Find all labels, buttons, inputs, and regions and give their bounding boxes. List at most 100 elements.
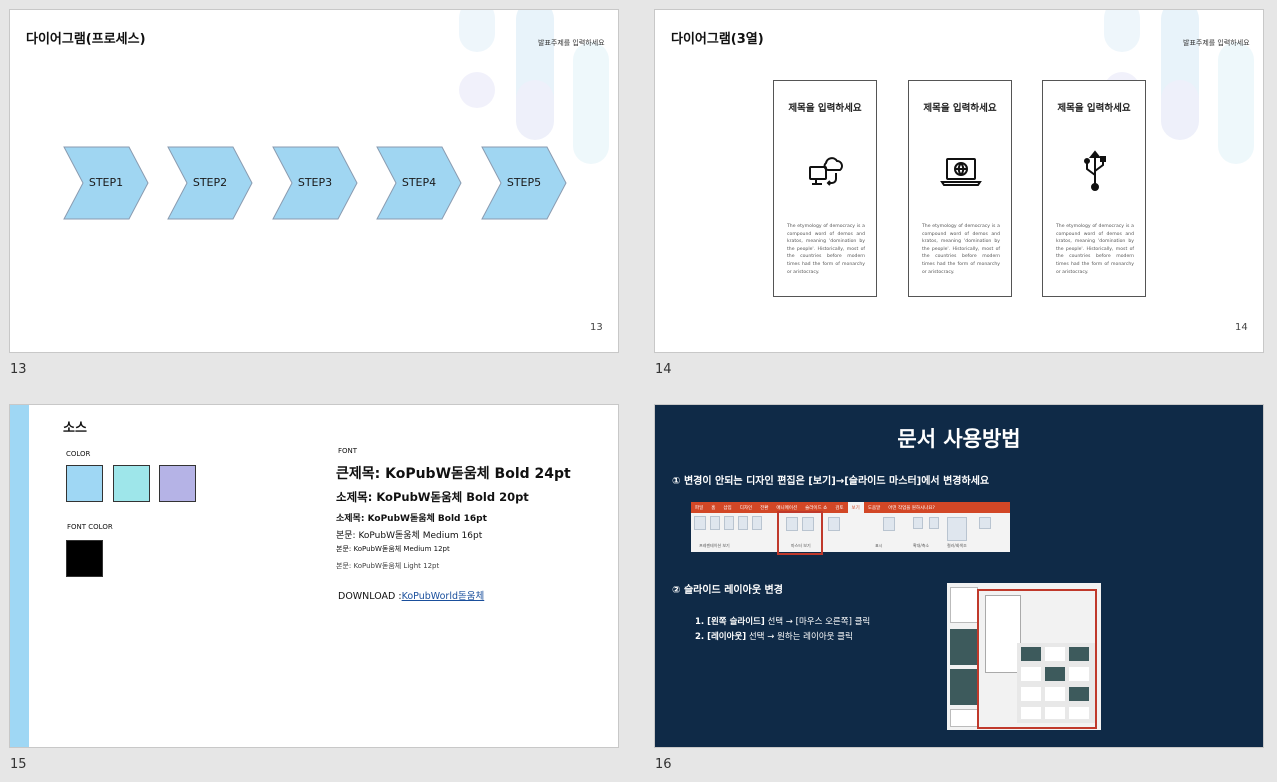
ribbon-tab: 보기: [847, 502, 864, 513]
step-label: STEP1: [88, 176, 124, 189]
process-step-1: STEP1: [63, 146, 149, 220]
slide-number: 15: [10, 757, 27, 772]
ribbon-tab: 디자인: [739, 506, 753, 511]
color-swatch-1: [66, 465, 103, 502]
font-line-5: 본문: KoPubW돋움체 Medium 12pt: [336, 545, 450, 553]
ribbon-group-label: 확대/축소: [913, 543, 930, 548]
decor-pill: [516, 80, 554, 140]
ribbon-screenshot: 파일 홈 삽입 디자인 전환 애니메이션 슬라이드 쇼 검토 보기 도움말 어떤…: [691, 502, 1010, 555]
ribbon-button: [828, 517, 840, 531]
decor-pill: [573, 42, 609, 164]
ribbon-button: [947, 517, 967, 541]
instruction-bold: 2. [레이아웃]: [695, 632, 747, 642]
instruction-line-1: 1. [왼쪽 슬라이드] 선택 → [마우스 오른쪽] 클릭: [695, 615, 870, 627]
decor-pill: [1104, 10, 1140, 52]
slide-subtitle: 발표주제를 입력하세요: [538, 39, 605, 47]
instruction-text: 선택 → 원하는 레이아웃 클릭: [746, 632, 853, 642]
card-body: The etymology of democracy is a compound…: [787, 224, 865, 275]
process-step-3: STEP3: [272, 146, 358, 220]
decor-pill: [1218, 42, 1254, 164]
instruction-line-2: 2. [레이아웃] 선택 → 원하는 레이아웃 클릭: [695, 630, 853, 642]
decor-pill: [1161, 80, 1199, 140]
color-label: COLOR: [66, 450, 91, 458]
instruction-text: 선택 → [마우스 오른쪽] 클릭: [764, 617, 871, 627]
color-swatch-2: [113, 465, 150, 502]
ribbon-group-label: 표시: [875, 543, 883, 548]
page-number: 14: [1235, 322, 1248, 333]
ribbon-button: [710, 516, 720, 530]
thumb: [950, 709, 978, 727]
ribbon-tab: 어떤 작업을 원하시나요?: [888, 506, 935, 511]
slide-number: 13: [10, 362, 27, 377]
step-label: STEP5: [506, 176, 542, 189]
column-card-2: 제목을 입력하세요 The etymology of democracy is …: [908, 80, 1012, 297]
slide-title: 문서 사용방법: [897, 427, 1021, 451]
slide-number: 14: [655, 362, 672, 377]
ribbon-button: [724, 516, 734, 530]
ribbon-tab: 홈: [711, 506, 716, 511]
ribbon-button: [929, 517, 939, 529]
page-number: 13: [590, 322, 603, 333]
ribbon-body: 프레젠테이션 보기 마스터 보기 표시 확대/축소 컬러/회색조: [691, 511, 1010, 555]
ribbon-button: [883, 517, 895, 531]
ribbon-button: [913, 517, 923, 529]
cloud-computer-icon: [806, 149, 846, 193]
usb-icon: [1075, 149, 1115, 193]
step-label: STEP2: [192, 176, 228, 189]
font-label: FONT: [338, 447, 358, 455]
process-step-4: STEP4: [376, 146, 462, 220]
thumb: [950, 587, 978, 623]
ribbon-group-label: 프레젠테이션 보기: [699, 543, 730, 548]
ribbon-tab: 전환: [760, 506, 769, 511]
slide-thumbnail-15[interactable]: 소스 COLOR FONT COLOR FONT 큰제목: KoPubW돋움체 …: [9, 404, 619, 748]
slide-title: 다이어그램(프로세스): [26, 32, 146, 47]
font-line-2: 소제목: KoPubW돋움체 Bold 20pt: [336, 490, 529, 504]
column-card-1: 제목을 입력하세요 The etymology of democracy is …: [773, 80, 877, 297]
ribbon-button: [979, 517, 991, 529]
thumb: [950, 669, 978, 705]
slide-thumbnail-13[interactable]: 다이어그램(프로세스) 발표주제를 입력하세요 STEP1 STEP2 STEP…: [9, 9, 619, 353]
thumb: [950, 629, 978, 665]
color-swatch-3: [159, 465, 196, 502]
font-color-swatch: [66, 540, 103, 577]
process-step-5: STEP5: [481, 146, 567, 220]
step-label: STEP3: [297, 176, 333, 189]
font-color-label: FONT COLOR: [67, 523, 113, 531]
left-accent-bar: [10, 405, 29, 747]
ribbon-group-label: 마스터 보기: [791, 543, 811, 548]
ribbon-button: [752, 516, 762, 530]
font-line-6: 본문: KoPubW돋움체 Light 12pt: [336, 562, 440, 570]
highlight-box: [977, 589, 1097, 729]
layout-screenshot: [947, 583, 1101, 730]
font-line-4: 본문: KoPubW돋움체 Medium 16pt: [336, 531, 483, 541]
ribbon-tab: 도움말: [867, 506, 881, 511]
font-line-1: 큰제목: KoPubW돋움체 Bold 24pt: [336, 466, 571, 482]
slide-number: 16: [655, 757, 672, 772]
card-body: The etymology of democracy is a compound…: [1056, 224, 1134, 275]
slide-title: 소스: [63, 421, 87, 436]
process-step-2: STEP2: [167, 146, 253, 220]
ribbon-button: [738, 516, 748, 530]
step-label: STEP4: [401, 176, 437, 189]
ribbon-tab: 파일: [695, 506, 704, 511]
slide-thumbnail-16[interactable]: 문서 사용방법 ① 변경이 안되는 디자인 편집은 [보기]→[슬라이드 마스터…: [654, 404, 1264, 748]
instruction-step-1: ① 변경이 안되는 디자인 편집은 [보기]→[슬라이드 마스터]에서 변경하세…: [672, 476, 990, 487]
ribbon-tab: 삽입: [723, 506, 732, 511]
slide-subtitle: 발표주제를 입력하세요: [1183, 39, 1250, 47]
download-link[interactable]: KoPubWorld돋움체: [402, 591, 485, 602]
font-line-3: 소제목: KoPubW돋움체 Bold 16pt: [336, 514, 487, 524]
ribbon-tabs: 파일 홈 삽입 디자인 전환 애니메이션 슬라이드 쇼 검토 보기 도움말 어떤…: [691, 502, 1010, 513]
card-title: 제목을 입력하세요: [788, 103, 862, 114]
instruction-step-2: ② 슬라이드 레이아웃 변경: [672, 585, 783, 596]
decor-pill: [459, 72, 495, 108]
column-card-3: 제목을 입력하세요 The etymology of democracy is …: [1042, 80, 1146, 297]
card-body: The etymology of democracy is a compound…: [922, 224, 1000, 275]
laptop-globe-icon: [940, 149, 982, 193]
slide-thumbnail-14[interactable]: 다이어그램(3열) 발표주제를 입력하세요 제목을 입력하세요 The etym…: [654, 9, 1264, 353]
slide-title: 다이어그램(3열): [671, 32, 764, 47]
card-title: 제목을 입력하세요: [923, 103, 997, 114]
download-row: DOWNLOAD :KoPubWorld돋움체: [338, 588, 484, 602]
ribbon-tab: 검토: [835, 506, 844, 511]
card-title: 제목을 입력하세요: [1057, 103, 1131, 114]
ribbon-group-label: 컬러/회색조: [947, 543, 967, 548]
